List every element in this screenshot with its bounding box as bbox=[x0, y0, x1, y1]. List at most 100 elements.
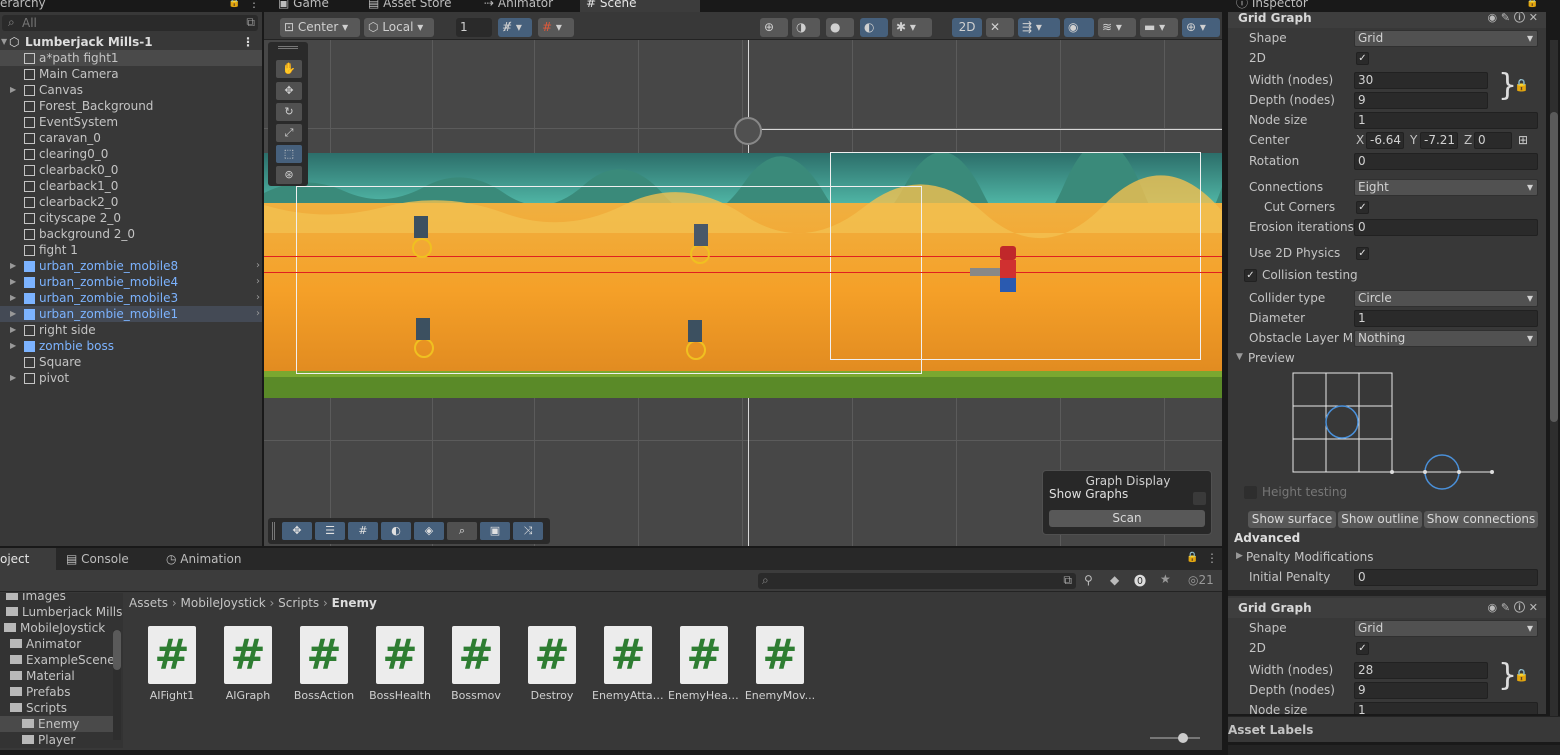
breadcrumb-item[interactable]: Assets bbox=[129, 596, 168, 610]
depth-field[interactable]: 9 bbox=[1354, 92, 1488, 109]
show-surface-button[interactable]: Show surface bbox=[1248, 511, 1336, 528]
move-tool-icon[interactable]: ✥ bbox=[276, 82, 302, 100]
component-header-icons[interactable]: ◉ ✎ ⓘ ✕ bbox=[1487, 12, 1538, 28]
folder-item[interactable]: ExampleScene bbox=[0, 652, 115, 668]
pivot-dropdown[interactable]: ⊡ Center ▾ bbox=[280, 18, 360, 37]
script-asset[interactable]: # EnemyAttack bbox=[592, 626, 664, 706]
component-header-icons[interactable]: ◉ ✎ ⓘ ✕ bbox=[1487, 598, 1538, 618]
checkbox[interactable]: ✓ bbox=[1244, 269, 1257, 282]
layers-icon[interactable]: ≋ ▾ bbox=[1098, 18, 1136, 37]
script-asset[interactable]: # AIFight1 bbox=[136, 626, 208, 706]
node-size-field[interactable]: 1 bbox=[1354, 112, 1538, 129]
search-options-icon[interactable]: ⧉ bbox=[246, 15, 255, 30]
expand-arrow-icon[interactable]: ▶ bbox=[10, 82, 16, 98]
hierarchy-item[interactable]: Forest_Background bbox=[0, 98, 262, 114]
align-overlay-icon[interactable]: ☰ bbox=[315, 522, 345, 540]
aspect-lock-icon[interactable]: 🔒 bbox=[1514, 78, 1529, 92]
expand-arrow-icon[interactable]: ▶ bbox=[10, 290, 16, 306]
tab-animation[interactable]: ◷ Animation bbox=[160, 548, 247, 570]
warning-icon[interactable]: ⓿ bbox=[1134, 572, 1146, 589]
expand-arrow-icon[interactable]: ▶ bbox=[10, 322, 16, 338]
shuffle-overlay-icon[interactable]: ⤨ bbox=[513, 522, 543, 540]
zoom-slider-thumb[interactable] bbox=[1178, 733, 1188, 743]
tab-game[interactable]: ▣ Game bbox=[272, 0, 335, 12]
depth-field[interactable]: 9 bbox=[1354, 682, 1488, 699]
shading-mixed-icon[interactable]: ◑ bbox=[792, 18, 820, 37]
snap-value-field[interactable]: 1 bbox=[456, 18, 492, 37]
checkbox[interactable] bbox=[1244, 486, 1257, 499]
gizmos-icon[interactable]: ⊕ ▾ bbox=[1182, 18, 1220, 37]
hierarchy-item[interactable]: background 2_0 bbox=[0, 226, 262, 242]
folder-item[interactable]: Material bbox=[0, 668, 113, 684]
hierarchy-item[interactable]: clearback0_0 bbox=[0, 162, 262, 178]
asset-labels-section[interactable]: Asset Labels bbox=[1228, 716, 1560, 742]
breadcrumb-item[interactable]: MobileJoystick bbox=[181, 596, 266, 610]
drag-handle-icon[interactable] bbox=[272, 522, 275, 540]
rotate-tool-icon[interactable]: ↻ bbox=[276, 103, 302, 121]
hierarchy-item[interactable]: ▶ Canvas bbox=[0, 82, 262, 98]
folder-item[interactable]: Prefabs bbox=[0, 684, 113, 700]
script-asset[interactable]: # BossHealth bbox=[364, 626, 436, 706]
rotation-field[interactable]: 0 bbox=[1354, 153, 1538, 170]
camera-gizmo-icon[interactable] bbox=[734, 117, 762, 145]
center-y-field[interactable]: -7.21 bbox=[1420, 132, 1458, 149]
folder-item[interactable]: MobileJoystick bbox=[0, 620, 113, 636]
drag-handle-icon[interactable] bbox=[278, 46, 298, 49]
project-search-input[interactable]: ⌕ ⧉ bbox=[758, 573, 1076, 589]
expand-arrow-icon[interactable]: ▶ bbox=[10, 274, 16, 290]
hierarchy-item[interactable]: ▶ urban_zombie_mobile4 › bbox=[0, 274, 262, 290]
expand-arrow-icon[interactable]: ▶ bbox=[10, 370, 16, 386]
tab-scene[interactable]: # Scene bbox=[580, 0, 700, 12]
expand-arrow-icon[interactable]: ▼ bbox=[1, 34, 7, 50]
checkbox[interactable]: ✓ bbox=[1356, 201, 1369, 214]
lock-icon[interactable]: 🔒 bbox=[228, 0, 240, 8]
grid-graph-header[interactable]: Grid Graph ◉ ✎ ⓘ ✕ bbox=[1228, 12, 1546, 28]
scale-tool-icon[interactable]: ⤢ bbox=[276, 124, 302, 142]
menu-icon[interactable]: ⋮ bbox=[248, 0, 260, 10]
favorite-star-icon[interactable]: ★ bbox=[1160, 572, 1171, 586]
hierarchy-item[interactable]: cityscape 2_0 bbox=[0, 210, 262, 226]
grid-snap-button[interactable]: #̸ ▾ bbox=[498, 18, 532, 37]
hierarchy-item[interactable]: clearing0_0 bbox=[0, 146, 262, 162]
transform-tool-icon[interactable]: ⊛ bbox=[276, 166, 302, 184]
erosion-field[interactable]: 0 bbox=[1354, 219, 1538, 236]
menu-icon[interactable]: ⋮ bbox=[1206, 551, 1218, 565]
foldout-arrow-icon[interactable]: ▼ bbox=[1236, 352, 1243, 362]
checkbox[interactable]: ✓ bbox=[1356, 247, 1369, 260]
collider-type-field[interactable]: Circle ▾ bbox=[1354, 290, 1538, 307]
shape-field[interactable]: Grid ▾ bbox=[1354, 620, 1538, 637]
script-asset[interactable]: # EnemyHealth bbox=[668, 626, 740, 706]
script-asset[interactable]: # AIGraph bbox=[212, 626, 284, 706]
shading-wireframe-icon[interactable]: ⊕ bbox=[760, 18, 788, 37]
scene-root[interactable]: ▼ ⬡ Lumberjack Mills-1 ⋮ bbox=[0, 34, 262, 50]
hierarchy-item[interactable]: caravan_0 bbox=[0, 130, 262, 146]
rect-tool-icon[interactable]: ⬚ bbox=[276, 145, 302, 163]
hierarchy-item[interactable]: ▶ urban_zombie_mobile8 › bbox=[0, 258, 262, 274]
zombie-sprite[interactable] bbox=[688, 320, 702, 342]
aspect-lock-icon[interactable]: 🔒 bbox=[1514, 668, 1529, 682]
tab-project[interactable]: oject bbox=[0, 548, 56, 570]
mode-2d-button[interactable]: 2D bbox=[952, 18, 982, 37]
hierarchy-item[interactable]: clearback2_0 bbox=[0, 194, 262, 210]
expand-arrow-icon[interactable]: ▶ bbox=[10, 306, 16, 322]
initial-penalty-field[interactable]: 0 bbox=[1354, 569, 1538, 586]
tab-asset-store[interactable]: ▤ Asset Store bbox=[362, 0, 458, 12]
folder-item[interactable]: Player bbox=[0, 732, 113, 748]
tab-hierarchy[interactable]: erarchy bbox=[0, 0, 52, 12]
layers-overlay-icon[interactable]: ◈ bbox=[414, 522, 444, 540]
lumberjack-player-sprite[interactable] bbox=[970, 246, 1024, 294]
hand-tool-icon[interactable]: ✋ bbox=[276, 60, 302, 78]
scene-menu-icon[interactable]: ⋮ bbox=[242, 34, 254, 50]
inspector-lock-icon[interactable]: 🔒 bbox=[1526, 0, 1538, 8]
folder-item[interactable]: Enemy bbox=[0, 716, 113, 732]
connections-field[interactable]: Eight ▾ bbox=[1354, 179, 1538, 196]
shading-lit-icon[interactable]: ◐ bbox=[860, 18, 888, 37]
folder-item[interactable]: Images bbox=[0, 593, 113, 604]
folder-scrollbar[interactable] bbox=[113, 630, 121, 740]
grid-overlay-icon[interactable]: # bbox=[348, 522, 378, 540]
hierarchy-item[interactable]: Square bbox=[0, 354, 262, 370]
open-prefab-icon[interactable]: › bbox=[256, 290, 260, 306]
script-asset[interactable]: # Bossmov bbox=[440, 626, 512, 706]
width-field[interactable]: 28 bbox=[1354, 662, 1488, 679]
open-prefab-icon[interactable]: › bbox=[256, 258, 260, 274]
